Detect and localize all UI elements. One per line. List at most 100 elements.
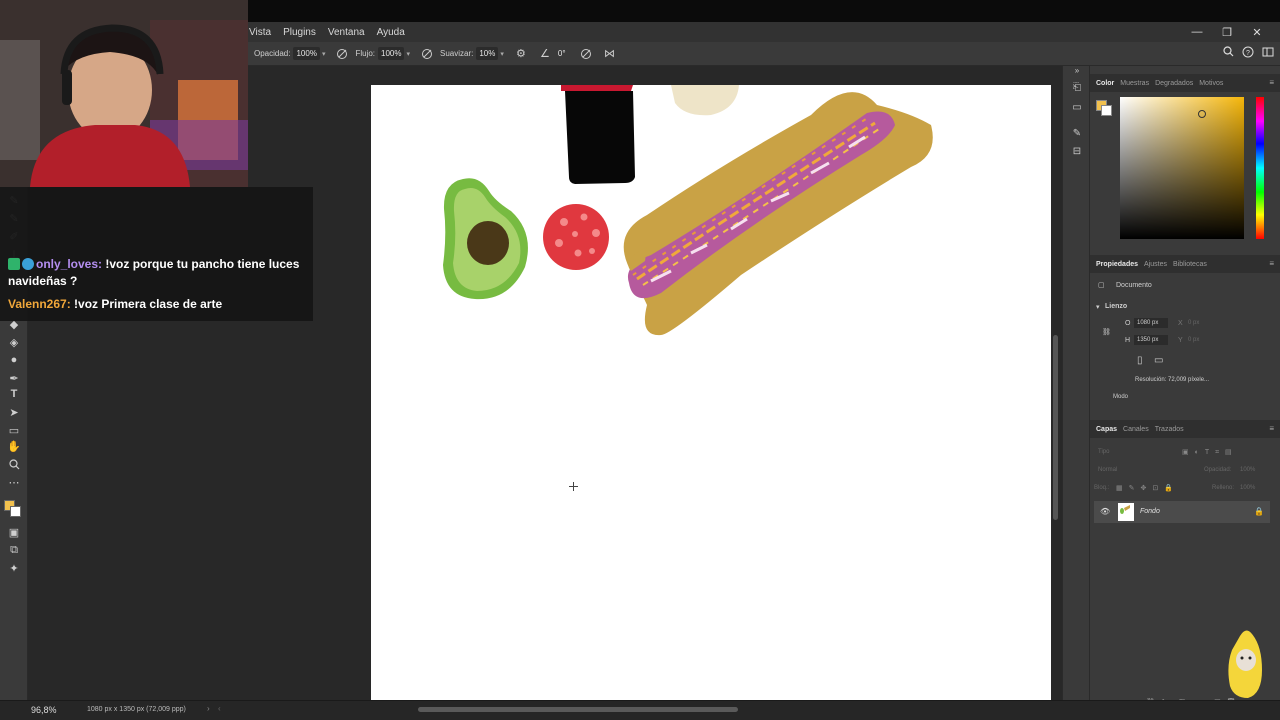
screen-mode-icon[interactable]: ⧉	[5, 543, 23, 557]
x-input[interactable]: 0 px	[1188, 320, 1199, 326]
tab-patterns[interactable]: Motivos	[1199, 77, 1223, 90]
more-tools-icon[interactable]: ⋯	[5, 475, 23, 489]
color-picker-field[interactable]	[1120, 97, 1244, 239]
mode-label: Modo	[1113, 394, 1129, 400]
document-label: Documento	[1116, 282, 1152, 289]
landscape-icon[interactable]: ▭	[1154, 355, 1163, 366]
menu-ventana[interactable]: Ventana	[328, 27, 365, 38]
tab-paths[interactable]: Trazados	[1155, 423, 1184, 436]
horizontal-scrollbar[interactable]	[418, 707, 738, 712]
adjust-icon[interactable]: ⊟	[1070, 146, 1084, 160]
width-input[interactable]: 1080 px	[1134, 318, 1168, 328]
document-info[interactable]: 1080 px x 1350 px (72,009 ppp)	[87, 706, 186, 713]
chevron-down-icon[interactable]: ▾	[1096, 303, 1100, 311]
workspace-icon[interactable]	[1262, 46, 1274, 61]
tab-gradients[interactable]: Degradados	[1155, 77, 1193, 90]
layer-row[interactable]: 👁 Fondo 🔒	[1094, 501, 1270, 523]
maximize-button[interactable]: ❐	[1212, 26, 1242, 39]
tab-swatches[interactable]: Muestras	[1120, 77, 1149, 90]
menu-ayuda[interactable]: Ayuda	[377, 27, 405, 38]
garlic-drawing	[671, 85, 739, 116]
hue-slider[interactable]	[1256, 97, 1264, 239]
window-controls: — ❐ ✕	[1182, 22, 1272, 42]
lock-label: Bloq.:	[1094, 485, 1110, 491]
panel-menu-icon[interactable]: ≡	[1269, 78, 1274, 87]
dodge-tool-icon[interactable]: ●	[5, 353, 23, 367]
lock-icons[interactable]: ▦✎✥⊡🔒	[1116, 484, 1179, 492]
path-select-tool-icon[interactable]: ➤	[5, 405, 23, 419]
chevron-right-icon[interactable]: ›	[207, 704, 210, 713]
chat-username[interactable]: Valenn267:	[8, 297, 71, 311]
chat-username[interactable]: only_loves:	[36, 257, 102, 271]
quick-mask-icon[interactable]: ▣	[5, 525, 23, 539]
avocado-drawing	[443, 178, 528, 300]
lock-icon[interactable]: 🔒	[1254, 507, 1264, 516]
background-color-chip[interactable]	[1101, 105, 1112, 116]
hand-tool-icon[interactable]: ✋	[5, 439, 23, 453]
panel-menu-icon[interactable]: ≡	[1269, 259, 1274, 268]
symmetry-icon[interactable]: ⋈	[603, 47, 617, 61]
link-icon[interactable]: ⛓	[1102, 328, 1111, 336]
airbrush-icon[interactable]	[420, 47, 434, 61]
tab-layers[interactable]: Capas	[1096, 423, 1117, 436]
tab-libraries[interactable]: Bibliotecas	[1173, 258, 1207, 271]
svg-text:?: ?	[1246, 50, 1250, 57]
tab-color[interactable]: Color	[1096, 77, 1114, 90]
angle-icon: ∠	[539, 48, 550, 60]
history-icon[interactable]: ⎗	[1070, 82, 1084, 96]
chevron-down-icon[interactable]: ▾	[500, 50, 504, 58]
chat-overlay: only_loves: !voz porque tu pancho tiene …	[0, 187, 313, 321]
layer-search-input[interactable]: Tipo	[1098, 449, 1109, 455]
zoom-tool-icon[interactable]	[5, 457, 23, 471]
blend-mode-select[interactable]: Normal	[1098, 467, 1117, 473]
layers-panel-tabs: Capas Canales Trazados ≡	[1090, 420, 1280, 438]
close-button[interactable]: ✕	[1242, 26, 1272, 39]
chevron-down-icon[interactable]: ▾	[322, 50, 326, 58]
flow-input[interactable]: 100%	[378, 47, 405, 60]
eye-icon[interactable]: 👁	[1100, 507, 1110, 516]
menu-vista[interactable]: Vista	[249, 27, 271, 38]
chevron-left-icon[interactable]: ‹	[218, 704, 221, 713]
pen-tool-icon[interactable]: ✒	[5, 371, 23, 385]
layer-name[interactable]: Fondo	[1140, 508, 1160, 515]
layer-filter-icons[interactable]: ▣◐T⌗▤	[1182, 448, 1238, 457]
pressure-opacity-icon[interactable]	[335, 47, 349, 61]
generative-icon[interactable]: ✦	[5, 561, 23, 575]
tab-properties[interactable]: Propiedades	[1096, 258, 1138, 271]
tab-adjustments[interactable]: Ajustes	[1144, 258, 1167, 271]
portrait-icon[interactable]: ▯	[1137, 355, 1143, 366]
fill-input[interactable]: 100%	[1240, 485, 1255, 491]
comments-icon[interactable]: ▭	[1070, 102, 1084, 116]
smoothing-input[interactable]: 10%	[476, 47, 499, 60]
panel-menu-icon[interactable]: ≡	[1269, 424, 1274, 433]
gear-icon[interactable]: ⚙	[514, 47, 528, 61]
angle-input[interactable]: 0°	[555, 47, 569, 60]
minimize-button[interactable]: —	[1182, 26, 1212, 38]
gift-badge-icon	[22, 258, 34, 270]
opacity-input[interactable]: 100%	[293, 47, 320, 60]
collapse-panels-icon[interactable]: »	[1070, 66, 1084, 80]
resolution-text: Resolución: 72,009 píxele...	[1135, 377, 1210, 383]
x-label: X	[1178, 320, 1183, 327]
rectangle-tool-icon[interactable]: ▭	[5, 423, 23, 437]
help-icon[interactable]: ?	[1242, 46, 1254, 61]
paint-bucket-tool-icon[interactable]: ◈	[5, 335, 23, 349]
pressure-size-icon[interactable]	[579, 47, 593, 61]
hotdog-drawing	[623, 92, 933, 336]
type-tool-icon[interactable]: T	[5, 387, 23, 401]
search-icon[interactable]	[1223, 46, 1234, 61]
canvas-section-label: Lienzo	[1105, 303, 1128, 310]
brush-settings-icon[interactable]: ✎	[1070, 128, 1084, 142]
color-picker-selector[interactable]	[1198, 110, 1206, 118]
menu-plugins[interactable]: Plugins	[283, 27, 316, 38]
y-input[interactable]: 0 px	[1188, 337, 1199, 343]
chat-message: Valenn267: !voz Primera clase de arte	[8, 296, 308, 313]
tab-channels[interactable]: Canales	[1123, 423, 1149, 436]
canvas[interactable]	[371, 85, 1051, 700]
vertical-scrollbar[interactable]	[1053, 335, 1058, 520]
zoom-level[interactable]: 96,8%	[31, 705, 57, 715]
chevron-down-icon[interactable]: ▾	[406, 50, 410, 58]
layer-opacity-input[interactable]: 100%	[1240, 467, 1255, 473]
height-input[interactable]: 1350 px	[1134, 335, 1168, 345]
background-color-swatch[interactable]	[10, 506, 21, 517]
